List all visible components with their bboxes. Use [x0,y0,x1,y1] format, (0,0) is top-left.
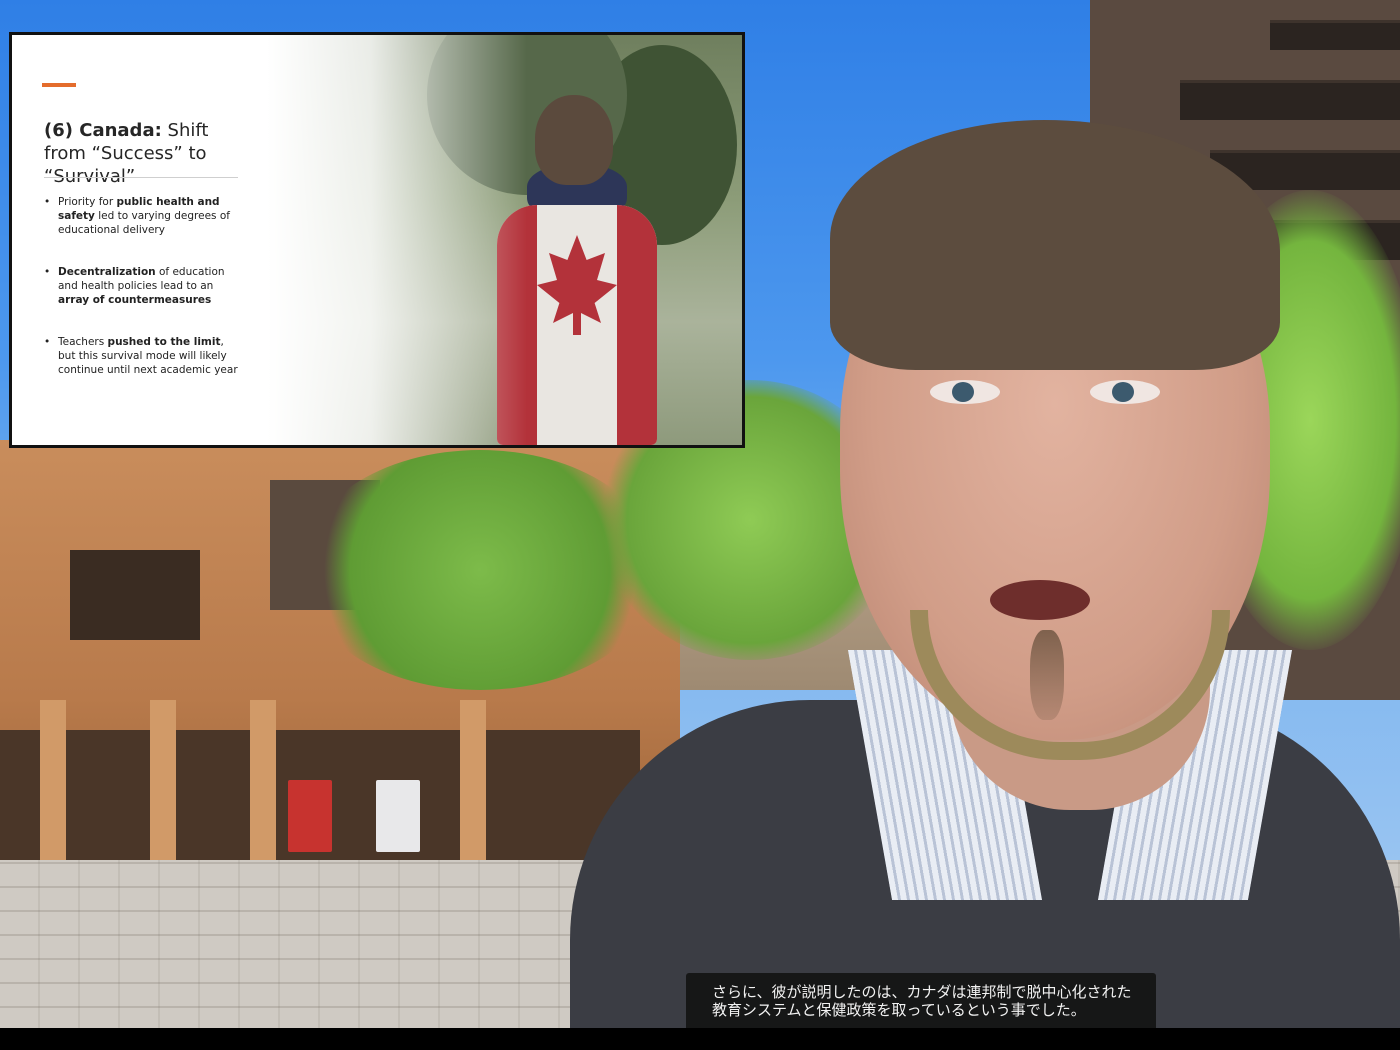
slide-bullet: Decentralization of education and health… [42,265,238,307]
presenter-hair [830,120,1280,370]
vending-machine-white [376,780,420,852]
slide-divider [44,177,238,178]
presenter-eye-left [930,380,1000,404]
slide-accent-bar [42,83,76,87]
slide-bullet-list: Priority for public health and safety le… [42,195,238,405]
slide-bullet: Teachers pushed to the limit, but this s… [42,335,238,377]
bottom-bar [0,1028,1400,1050]
shared-slide-window[interactable]: (6) Canada: Shift from “Success” to “Sur… [9,32,745,448]
vending-machine-red [288,780,332,852]
presentation-slide: (6) Canada: Shift from “Success” to “Sur… [12,35,742,445]
slide-photo [267,35,742,445]
presenter-eye-right [1090,380,1160,404]
slide-bullet: Priority for public health and safety le… [42,195,238,237]
